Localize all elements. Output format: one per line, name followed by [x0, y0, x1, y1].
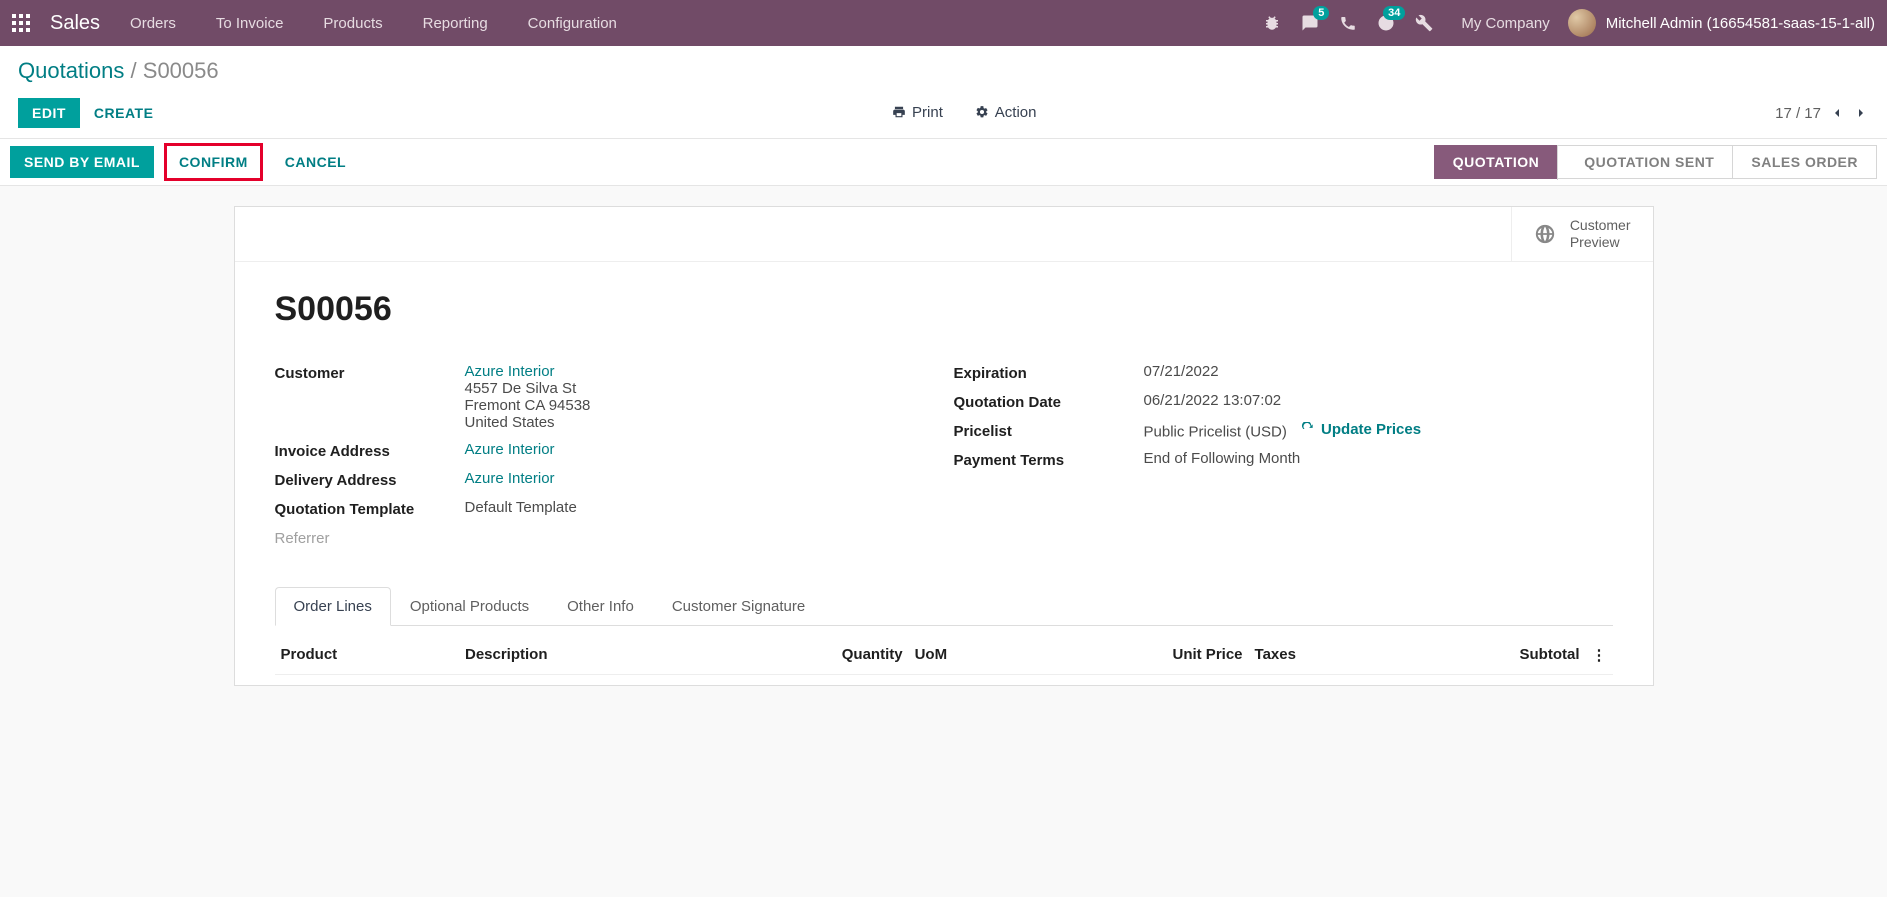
activities-badge: 34 [1383, 6, 1405, 20]
pager-next[interactable] [1853, 105, 1869, 121]
referrer-label: Referrer [275, 528, 465, 547]
edit-button[interactable]: EDIT [18, 98, 80, 128]
stage-quotation[interactable]: QUOTATION [1434, 145, 1558, 179]
delivery-address-label: Delivery Address [275, 470, 465, 489]
update-prices-button[interactable]: Update Prices [1301, 421, 1421, 438]
addr-line-3: United States [465, 414, 934, 431]
cancel-button[interactable]: CANCEL [273, 146, 358, 178]
col-quantity: Quantity [713, 636, 909, 675]
invoice-address-link[interactable]: Azure Interior [465, 441, 555, 458]
discuss-badge: 5 [1313, 6, 1329, 20]
customer-preview-button[interactable]: CustomerPreview [1511, 207, 1653, 261]
tab-other-info[interactable]: Other Info [548, 587, 653, 625]
nav-configuration[interactable]: Configuration [528, 15, 617, 32]
quotation-template-label: Quotation Template [275, 499, 465, 518]
payment-terms-value: End of Following Month [1144, 450, 1613, 467]
table-options-icon[interactable]: ⋮ [1586, 636, 1613, 675]
breadcrumb: Quotations / S00056 [18, 58, 1869, 84]
invoice-address-label: Invoice Address [275, 441, 465, 460]
tabs: Order Lines Optional Products Other Info… [275, 587, 1613, 626]
addr-line-1: 4557 De Silva St [465, 380, 934, 397]
user-name[interactable]: Mitchell Admin (16654581-saas-15-1-all) [1606, 15, 1875, 32]
expiration-value: 07/21/2022 [1144, 363, 1613, 380]
col-description: Description [459, 636, 713, 675]
addr-line-2: Fremont CA 94538 [465, 397, 934, 414]
stage-quotation-sent[interactable]: QUOTATION SENT [1557, 145, 1733, 179]
status-bar: SEND BY EMAIL CONFIRM CANCEL QUOTATION Q… [0, 138, 1887, 186]
quotation-template-value: Default Template [465, 499, 934, 516]
tab-optional-products[interactable]: Optional Products [391, 587, 548, 625]
wrench-icon[interactable] [1415, 14, 1433, 32]
record-name: S00056 [275, 290, 1613, 329]
payment-terms-label: Payment Terms [954, 450, 1144, 469]
top-nav: Sales Orders To Invoice Products Reporti… [0, 0, 1887, 46]
pricelist-value: Public Pricelist (USD) [1144, 423, 1287, 440]
expiration-label: Expiration [954, 363, 1144, 382]
stages: QUOTATION QUOTATION SENT SALES ORDER [1435, 145, 1877, 179]
bug-icon[interactable] [1263, 14, 1281, 32]
avatar[interactable] [1568, 9, 1596, 37]
confirm-highlight: CONFIRM [164, 143, 263, 181]
tab-order-lines[interactable]: Order Lines [275, 587, 391, 626]
phone-icon[interactable] [1339, 14, 1357, 32]
col-uom: UoM [909, 636, 1029, 675]
company-switcher[interactable]: My Company [1461, 15, 1549, 32]
nav-to-invoice[interactable]: To Invoice [216, 15, 284, 32]
pager-count: 17 / 17 [1775, 105, 1821, 122]
confirm-button[interactable]: CONFIRM [167, 146, 260, 178]
print-button[interactable]: Print [892, 104, 943, 121]
quotation-date-value: 06/21/2022 13:07:02 [1144, 392, 1613, 409]
globe-icon [1534, 223, 1556, 245]
pricelist-label: Pricelist [954, 421, 1144, 440]
customer-label: Customer [275, 363, 465, 382]
breadcrumb-quotations[interactable]: Quotations [18, 58, 124, 83]
form-sheet: CustomerPreview S00056 Customer Azure In… [234, 206, 1654, 686]
pager-prev[interactable] [1829, 105, 1845, 121]
control-bar: Quotations / S00056 EDIT CREATE Print Ac… [0, 46, 1887, 138]
apps-icon[interactable] [12, 14, 30, 32]
delivery-address-link[interactable]: Azure Interior [465, 470, 555, 487]
create-button[interactable]: CREATE [94, 105, 154, 121]
customer-link[interactable]: Azure Interior [465, 363, 555, 380]
nav-orders[interactable]: Orders [130, 15, 176, 32]
col-taxes: Taxes [1249, 636, 1393, 675]
order-lines-table: Product Description Quantity UoM Unit Pr… [275, 636, 1613, 675]
breadcrumb-current: S00056 [143, 58, 219, 83]
col-subtotal: Subtotal [1392, 636, 1585, 675]
tab-customer-signature[interactable]: Customer Signature [653, 587, 824, 625]
nav-products[interactable]: Products [323, 15, 382, 32]
app-brand[interactable]: Sales [50, 12, 100, 35]
action-button[interactable]: Action [975, 104, 1037, 121]
quotation-date-label: Quotation Date [954, 392, 1144, 411]
col-product: Product [275, 636, 459, 675]
clock-icon[interactable]: 34 [1377, 14, 1395, 32]
col-unit-price: Unit Price [1028, 636, 1248, 675]
send-by-email-button[interactable]: SEND BY EMAIL [10, 146, 154, 178]
nav-reporting[interactable]: Reporting [423, 15, 488, 32]
stage-sales-order[interactable]: SALES ORDER [1732, 145, 1877, 179]
pager: 17 / 17 [1775, 105, 1869, 122]
discuss-icon[interactable]: 5 [1301, 14, 1319, 32]
breadcrumb-separator: / [131, 58, 143, 83]
